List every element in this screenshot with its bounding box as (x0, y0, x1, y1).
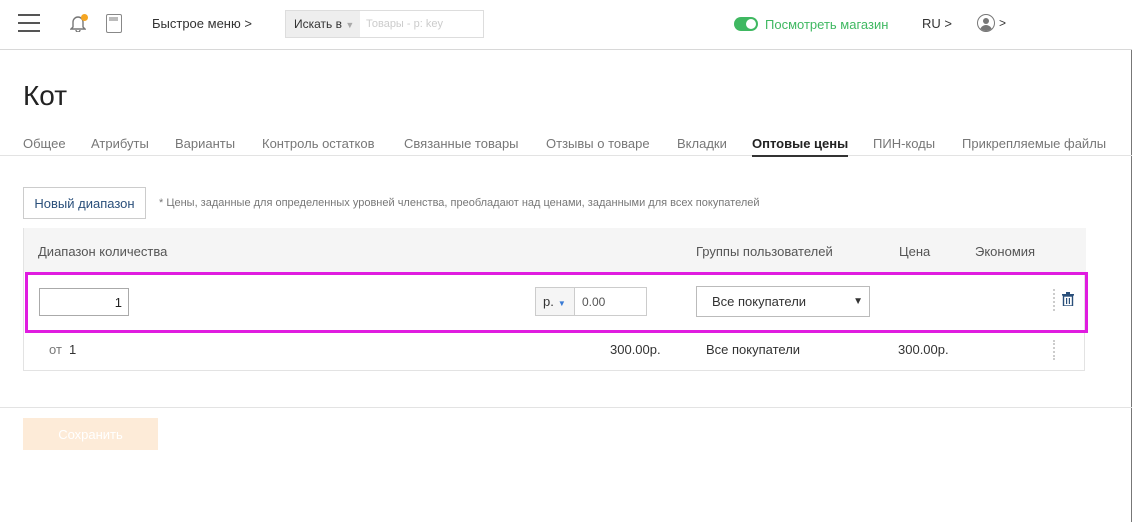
user-group-select[interactable]: Все покупатели ▼ (696, 286, 870, 317)
top-bar: Быстрое меню > Искать в ▼ Посмотреть маг… (0, 0, 1132, 50)
quantity-input[interactable] (39, 288, 129, 316)
language-selector[interactable]: RU > (922, 16, 952, 31)
currency-dropdown[interactable]: р. ▼ (535, 287, 575, 316)
trash-icon[interactable] (1062, 292, 1074, 307)
row-amount: 300.00р. (610, 342, 661, 357)
user-icon[interactable] (977, 14, 995, 32)
tab-attachments[interactable]: Прикрепляемые файлы (962, 136, 1106, 151)
tab-general[interactable]: Общее (23, 136, 66, 151)
tab-attributes[interactable]: Атрибуты (91, 136, 149, 151)
tab-inventory[interactable]: Контроль остатков (262, 136, 375, 151)
tab-bar: Общее Атрибуты Варианты Контроль остатко… (0, 130, 1132, 157)
save-button[interactable]: Сохранить (23, 418, 158, 450)
search-scope-dropdown[interactable]: Искать в ▼ (286, 11, 360, 37)
page-title: Кот (23, 80, 68, 111)
bell-icon[interactable] (69, 14, 88, 34)
price-note: * Цены, заданные для определенных уровне… (159, 197, 760, 209)
hamburger-icon[interactable] (18, 14, 40, 32)
quick-menu[interactable]: Быстрое меню > (152, 16, 252, 31)
table-header: Диапазон количества Группы пользователей… (24, 228, 1086, 272)
search-box: Искать в ▼ (285, 10, 484, 38)
tab-related-products[interactable]: Связанные товары (404, 136, 519, 151)
row-from-value: 1 (69, 342, 77, 357)
row-divider (1053, 340, 1055, 360)
row-divider (1053, 289, 1055, 311)
header-qty-range: Диапазон количества (38, 244, 168, 259)
user-group-value: Все покупатели (712, 294, 807, 309)
currency-label: р. (543, 294, 554, 309)
price-input[interactable] (574, 287, 647, 316)
chevron-down-icon: ▼ (345, 20, 355, 30)
header-price: Цена (899, 244, 931, 259)
footer-divider (0, 407, 1132, 408)
row-price: 300.00р. (898, 342, 949, 357)
row-group: Все покупатели (706, 342, 801, 357)
chevron-down-icon: ▼ (853, 296, 863, 307)
notification-dot (81, 14, 88, 21)
calculator-icon[interactable] (106, 14, 122, 33)
new-range-button[interactable]: Новый диапазон (23, 187, 146, 219)
view-store-toggle[interactable] (734, 17, 758, 31)
tab-tabs[interactable]: Вкладки (677, 136, 727, 151)
search-scope-label: Искать в (294, 17, 343, 31)
header-user-groups: Группы пользователей (696, 244, 833, 259)
user-menu-caret[interactable]: > (999, 16, 1006, 30)
tab-variants[interactable]: Варианты (175, 136, 235, 151)
search-input[interactable] (360, 11, 482, 37)
view-store-link[interactable]: Посмотреть магазин (765, 17, 888, 32)
tab-wholesale-prices[interactable]: Оптовые цены (752, 136, 849, 157)
tab-reviews[interactable]: Отзывы о товаре (546, 136, 650, 151)
row-from-label: от (49, 342, 62, 357)
chevron-down-icon: ▼ (557, 299, 566, 308)
tab-pin-codes[interactable]: ПИН-коды (873, 136, 935, 151)
header-savings: Экономия (975, 244, 1036, 259)
